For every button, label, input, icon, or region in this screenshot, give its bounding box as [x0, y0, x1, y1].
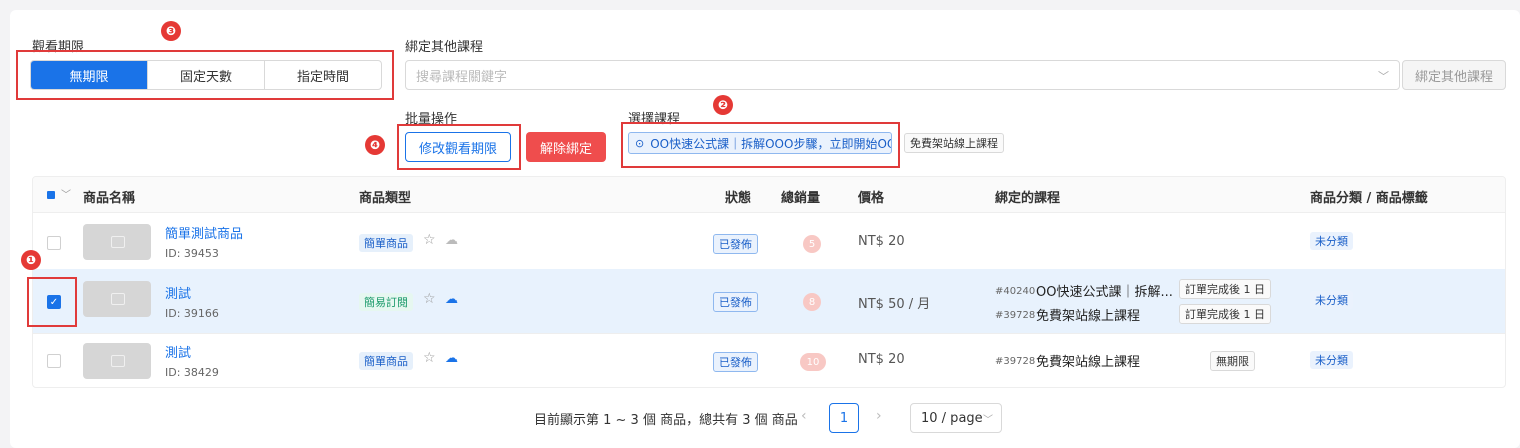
bind-other-button[interactable]: 綁定其他課程 [1402, 60, 1506, 90]
product-thumbnail [83, 343, 151, 379]
select-all-checkbox[interactable] [47, 191, 55, 199]
col-product-name: 商品名稱 [83, 191, 136, 206]
bound-course-name[interactable]: 免費架站線上課程 [1036, 351, 1140, 370]
table-row[interactable]: 簡單測試商品 ID: 39453 簡單商品 ☆ ☁ 已發佈 5 NT$ 20 未… [33, 214, 1505, 274]
sales-count: 10 [800, 353, 826, 371]
product-price: NT$ 50 / 月 [858, 297, 931, 312]
table-header: ﹀ 商品名稱 商品類型 狀態 總銷量 價格 綁定的課程 商品分類 / 商品標籤 [33, 177, 1505, 213]
product-id: ID: 38429 [165, 366, 219, 379]
bind-other-label: 綁定其他課程 [405, 40, 484, 55]
product-name-link[interactable]: 測試 [165, 283, 191, 302]
bound-course-id: #39728 [995, 310, 1036, 321]
status-badge: 已發佈 [713, 234, 758, 254]
product-table: ﹀ 商品名稱 商品類型 狀態 總銷量 價格 綁定的課程 商品分類 / 商品標籤 … [32, 176, 1506, 388]
product-type-tag: 簡易訂閱 [359, 293, 413, 311]
product-price: NT$ 20 [858, 352, 905, 367]
course-search-select[interactable]: 搜尋課程關鍵字 ﹀ [405, 60, 1400, 90]
product-type-tag: 簡單商品 [359, 352, 413, 370]
cloud-outline-icon[interactable]: ☁ [445, 233, 458, 248]
col-total-sales: 總銷量 [781, 191, 821, 206]
chevron-down-icon: ﹀ [1378, 70, 1389, 83]
callout-badge-3: ❸ [161, 21, 181, 41]
cloud-icon[interactable]: ☁ [445, 292, 458, 307]
col-product-type: 商品類型 [359, 191, 412, 206]
chevron-down-icon[interactable]: ﹀ [61, 186, 71, 201]
course-search-placeholder: 搜尋課程關鍵字 [416, 69, 508, 85]
callout-box-3 [16, 50, 394, 100]
bound-course-id: #40240 [995, 286, 1036, 297]
bound-course-name[interactable]: 免費架站線上課程 [1036, 305, 1140, 324]
chevron-down-icon: ﹀ [983, 415, 993, 426]
bound-course-period: 訂單完成後 1 日 [1179, 279, 1271, 299]
product-name-link[interactable]: 測試 [165, 342, 191, 361]
bound-course-period: 訂單完成後 1 日 [1179, 304, 1271, 324]
category-tag: 未分類 [1310, 351, 1353, 369]
pagination-summary: 目前顯示第 1 ~ 3 個 商品，總共有 3 個 商品 [534, 413, 798, 428]
product-id: ID: 39453 [165, 247, 219, 260]
category-tag: 未分類 [1310, 291, 1353, 309]
page-size-value: 10 / page [921, 410, 983, 426]
product-type-tag: 簡單商品 [359, 234, 413, 252]
col-price: 價格 [858, 191, 885, 206]
callout-badge-1: ❶ [21, 250, 41, 270]
product-thumbnail [83, 281, 151, 317]
star-icon[interactable]: ☆ [423, 232, 436, 248]
col-status: 狀態 [725, 191, 752, 206]
row-checkbox[interactable] [47, 236, 61, 250]
product-price: NT$ 20 [858, 234, 905, 249]
category-tag: 未分類 [1310, 232, 1353, 250]
col-bound-courses: 綁定的課程 [995, 191, 1061, 206]
sales-count: 8 [803, 293, 821, 311]
table-row[interactable]: 測試 ID: 38429 簡單商品 ☆ ☁ 已發佈 10 NT$ 20 #397… [33, 334, 1505, 387]
bound-course-period: 無期限 [1210, 351, 1255, 371]
bound-course-name[interactable]: OO快速公式課｜拆解... [1036, 281, 1173, 300]
chevron-right-icon[interactable]: › [876, 408, 882, 424]
unbind-button[interactable]: 解除綁定 [526, 132, 606, 162]
sales-count: 5 [803, 235, 821, 253]
chevron-left-icon[interactable]: ‹ [801, 408, 807, 424]
product-thumbnail [83, 224, 151, 260]
cloud-icon[interactable]: ☁ [445, 351, 458, 366]
col-category-tags: 商品分類 / 商品標籤 [1310, 191, 1428, 206]
product-name-link[interactable]: 簡單測試商品 [165, 223, 243, 242]
star-icon[interactable]: ☆ [423, 350, 436, 366]
page-size-select[interactable]: 10 / page ﹀ [910, 403, 1002, 433]
table-row[interactable]: ✓ 測試 ID: 39166 簡易訂閱 ☆ ☁ 已發佈 8 NT$ 50 / 月… [33, 269, 1505, 334]
status-badge: 已發佈 [713, 352, 758, 372]
callout-box-1 [27, 277, 77, 327]
callout-badge-4: ❹ [365, 135, 385, 155]
product-id: ID: 39166 [165, 307, 219, 320]
row-checkbox[interactable] [47, 354, 61, 368]
status-badge: 已發佈 [713, 292, 758, 312]
course-tag-free[interactable]: 免費架站線上課程 [904, 133, 1004, 153]
bound-course-id: #39728 [995, 356, 1036, 367]
callout-box-4 [397, 124, 521, 170]
star-icon[interactable]: ☆ [423, 291, 436, 307]
page-button-current[interactable]: 1 [829, 403, 859, 433]
callout-badge-2: ❷ [713, 95, 733, 115]
callout-box-2 [621, 122, 900, 168]
